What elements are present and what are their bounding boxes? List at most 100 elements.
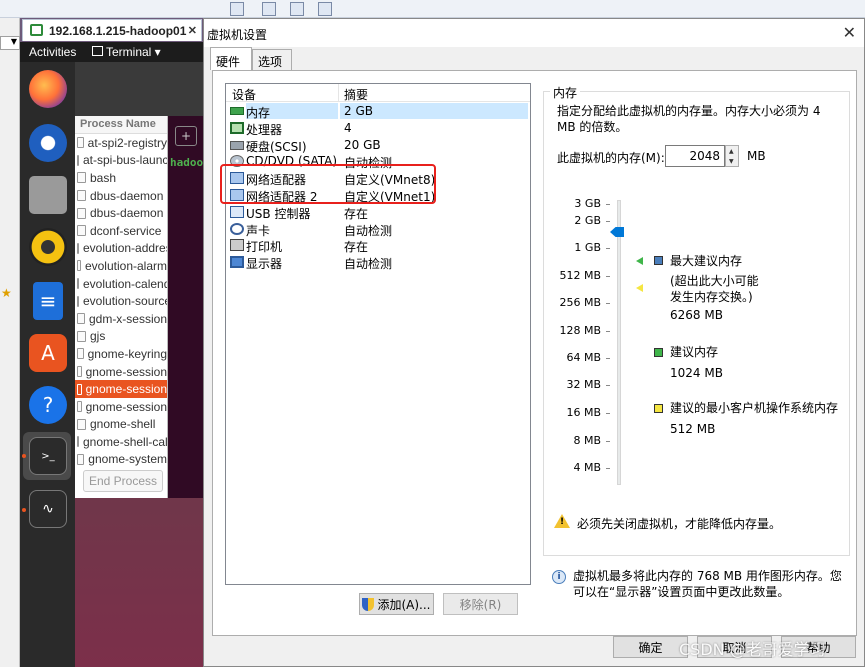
system-monitor-window: Process Name at-spi2-registry at-spi-bus-… bbox=[75, 116, 168, 498]
recommended-label: 建议内存 bbox=[670, 345, 719, 359]
scale-label: 8 MB bbox=[573, 434, 601, 447]
scale-tick bbox=[606, 358, 610, 359]
process-row[interactable]: gjs bbox=[75, 328, 167, 346]
memory-input[interactable]: 2048 bbox=[665, 145, 725, 167]
library-panel: ▼ ★ bbox=[0, 18, 20, 667]
process-icon bbox=[77, 242, 79, 254]
process-name: gnome-session bbox=[85, 382, 167, 397]
process-row[interactable]: at-spi2-registry bbox=[75, 134, 167, 152]
terminal-app-menu[interactable]: Terminal ▾ bbox=[92, 45, 161, 59]
process-icon bbox=[77, 436, 79, 448]
remove-device-button[interactable]: 移除(R) bbox=[443, 593, 518, 615]
column-divider[interactable] bbox=[338, 84, 339, 102]
process-row[interactable]: evolution-alarm bbox=[75, 257, 167, 275]
process-row[interactable]: gnome-keyring bbox=[75, 345, 167, 363]
memory-warning: 必须先关闭虚拟机，才能降低内存量。 bbox=[577, 517, 782, 531]
device-row[interactable]: 打印机 存在 bbox=[226, 237, 530, 254]
end-process-button[interactable]: End Process bbox=[83, 470, 163, 492]
process-name: gnome-session bbox=[85, 399, 167, 414]
spin-down-icon[interactable]: ▼ bbox=[729, 158, 734, 165]
activities-button[interactable]: Activities bbox=[29, 45, 76, 59]
process-row[interactable]: gnome-shell-calendar bbox=[75, 433, 167, 451]
software-icon[interactable]: A bbox=[29, 334, 67, 372]
ubuntu-dock: ≡ A ? >_ ∿ bbox=[20, 62, 75, 667]
new-tab-button[interactable]: + bbox=[175, 126, 197, 146]
sound-card-icon bbox=[230, 222, 244, 235]
device-row[interactable]: 硬盘(SCSI) 20 GB bbox=[226, 137, 530, 154]
close-icon[interactable]: ✕ bbox=[188, 24, 197, 37]
process-icon bbox=[77, 260, 81, 272]
device-row[interactable]: 内存 2 GB bbox=[226, 103, 530, 120]
vm-settings-dialog: 虚拟机设置 ✕ 硬件 选项 设备 摘要 内存 2 GB 处理器 4 硬盘(SCSI) 20… bbox=[203, 18, 865, 667]
device-name: 处理器 bbox=[246, 122, 283, 137]
library-combo[interactable]: ▼ bbox=[0, 36, 20, 50]
process-icon bbox=[77, 383, 82, 395]
toolbar-button-icon[interactable] bbox=[290, 2, 304, 16]
memory-slider-thumb[interactable] bbox=[610, 227, 624, 237]
process-row[interactable]: evolution-addressbook bbox=[75, 240, 167, 258]
scale-label: 32 MB bbox=[566, 378, 601, 391]
memory-slider-track[interactable] bbox=[617, 200, 621, 485]
process-row[interactable]: evolution-source bbox=[75, 292, 167, 310]
files-icon[interactable] bbox=[29, 176, 67, 214]
toolbar-button-icon[interactable] bbox=[230, 2, 244, 16]
system-monitor-header bbox=[75, 62, 205, 116]
process-name: gnome-keyring bbox=[87, 346, 167, 361]
min-guest-value: 512 MB bbox=[670, 422, 716, 436]
hard-disk-icon bbox=[230, 140, 244, 150]
process-row[interactable]: at-spi-bus-launcher bbox=[75, 152, 167, 170]
memory-group-title: 内存 bbox=[550, 84, 581, 101]
help-icon[interactable]: ? bbox=[29, 386, 67, 424]
toolbar-button-icon[interactable] bbox=[318, 2, 332, 16]
ok-button[interactable]: 确定 bbox=[613, 636, 688, 658]
thunderbird-icon[interactable] bbox=[29, 124, 67, 162]
vm-tab[interactable]: 192.168.1.215-hadoop01 ✕ bbox=[22, 19, 202, 41]
device-row[interactable]: 声卡 自动检测 bbox=[226, 221, 530, 238]
scale-tick bbox=[606, 468, 610, 469]
memory-spinner[interactable]: ▲ ▼ bbox=[725, 145, 739, 167]
process-icon bbox=[77, 278, 79, 290]
spin-up-icon[interactable]: ▲ bbox=[729, 148, 734, 155]
add-device-button[interactable]: 添加(A)... bbox=[359, 593, 434, 615]
device-row[interactable]: 显示器 自动检测 bbox=[226, 254, 530, 271]
close-icon[interactable]: ✕ bbox=[843, 23, 856, 42]
process-name: at-spi-bus-launcher bbox=[83, 153, 168, 168]
column-device[interactable]: 设备 bbox=[232, 86, 256, 103]
add-device-label: 添加(A)... bbox=[377, 597, 431, 612]
process-name-header[interactable]: Process Name bbox=[75, 116, 167, 134]
uac-shield-icon bbox=[362, 597, 375, 611]
process-row[interactable]: gnome-session bbox=[75, 380, 167, 398]
process-name: dconf-service bbox=[90, 223, 162, 238]
rhythmbox-icon[interactable] bbox=[29, 228, 67, 266]
writer-icon[interactable]: ≡ bbox=[33, 282, 63, 320]
process-row[interactable]: gnome-session bbox=[75, 398, 167, 416]
tab-options[interactable]: 选项 bbox=[252, 49, 292, 70]
process-row[interactable]: bash bbox=[75, 169, 167, 187]
process-row[interactable]: gnome-system bbox=[75, 451, 167, 469]
toolbar-button-icon[interactable] bbox=[262, 2, 276, 16]
gnome-top-bar: Activities Terminal ▾ bbox=[20, 42, 210, 62]
max-recommended-note: (超出此大小可能发生内存交换。) bbox=[670, 274, 759, 304]
device-row[interactable]: USB 控制器 存在 bbox=[226, 204, 530, 221]
process-row[interactable]: gnome-session bbox=[75, 363, 167, 381]
process-row[interactable]: gdm-x-session bbox=[75, 310, 167, 328]
process-row[interactable]: gnome-shell bbox=[75, 416, 167, 434]
process-name: evolution-addressbook bbox=[83, 241, 167, 256]
device-row[interactable]: 处理器 4 bbox=[226, 120, 530, 137]
process-row[interactable]: dconf-service bbox=[75, 222, 167, 240]
recommended-value: 1024 MB bbox=[670, 366, 723, 380]
column-summary[interactable]: 摘要 bbox=[344, 86, 368, 103]
firefox-icon[interactable] bbox=[29, 70, 67, 108]
process-row[interactable]: dbus-daemon bbox=[75, 204, 167, 222]
info-icon: i bbox=[552, 570, 566, 584]
device-summary: 存在 bbox=[344, 206, 369, 221]
process-row[interactable]: evolution-calendar bbox=[75, 275, 167, 293]
process-row[interactable]: dbus-daemon bbox=[75, 187, 167, 205]
tab-hardware[interactable]: 硬件 bbox=[210, 47, 252, 70]
process-name: gnome-session bbox=[85, 364, 167, 379]
process-name: evolution-alarm bbox=[84, 258, 167, 273]
terminal-icon[interactable]: >_ bbox=[29, 437, 67, 475]
device-summary: 4 bbox=[344, 120, 352, 135]
system-monitor-icon[interactable]: ∿ bbox=[29, 490, 67, 528]
process-icon bbox=[77, 190, 86, 202]
